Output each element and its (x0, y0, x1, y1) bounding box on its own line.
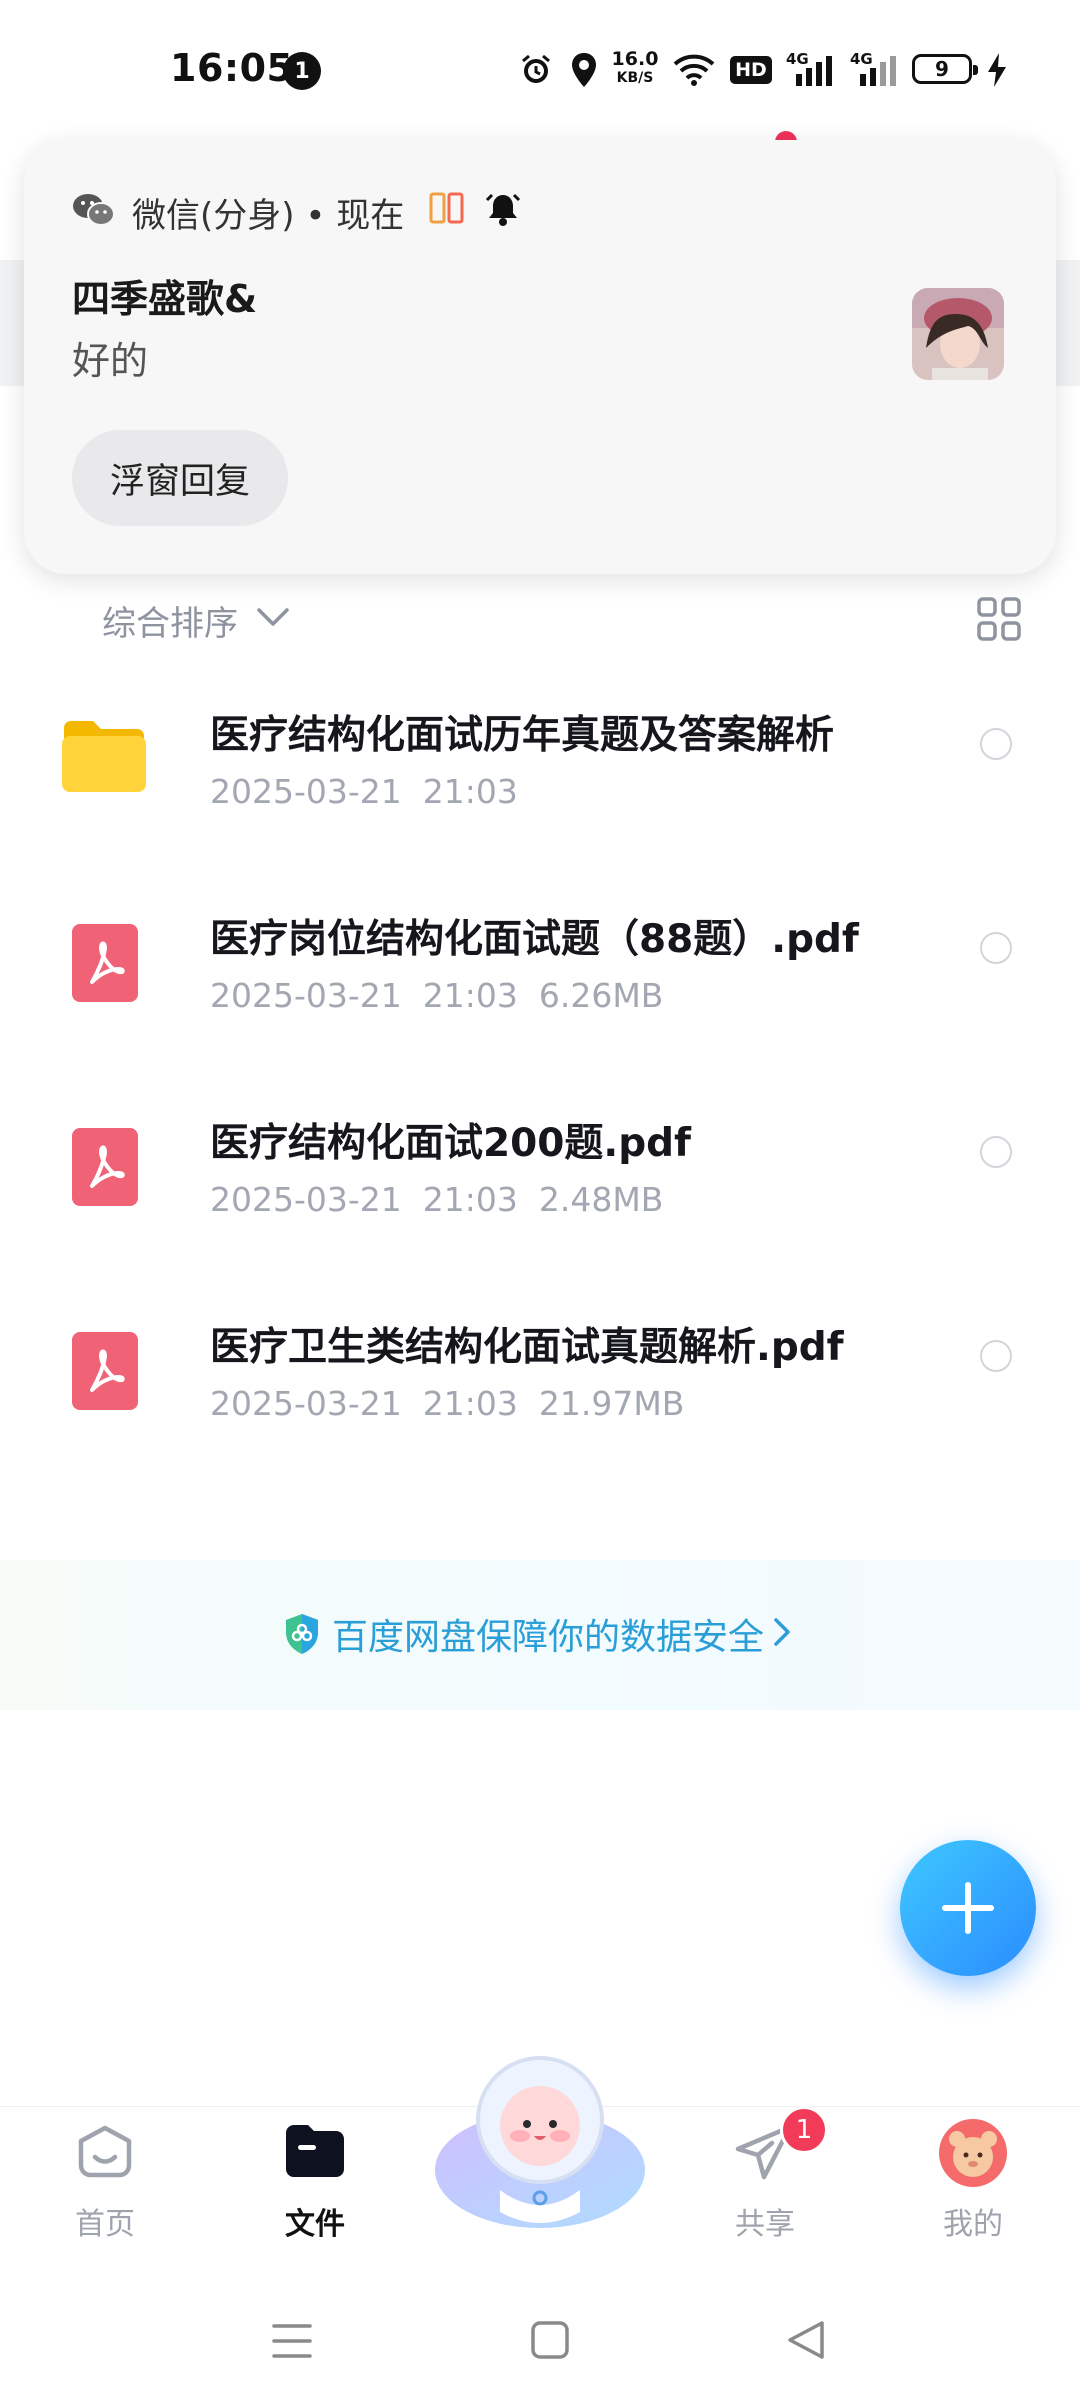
pdf-file-icon (72, 1128, 138, 1210)
pdf-file-icon (72, 924, 138, 1006)
security-banner-text: 百度网盘保障你的数据安全 (332, 1617, 765, 1658)
file-row[interactable]: 医疗结构化面试200题.pdf 2025-03-21 21:03 2.48MB (0, 1084, 1080, 1288)
shield-icon (282, 1612, 322, 1660)
grid-view-icon[interactable] (976, 596, 1022, 646)
file-date: 2025-03-21 (210, 1180, 402, 1219)
net-speed-value: 16.0 (611, 48, 659, 70)
file-row[interactable]: 医疗结构化面试历年真题及答案解析 2025-03-21 21:03 (0, 676, 1080, 880)
hd-label: HD (730, 56, 772, 84)
signal-2-label: 4G (850, 50, 873, 68)
nav-home-label: 首页 (75, 2207, 135, 2242)
file-size: 6.26MB (538, 976, 664, 1015)
sender-avatar (912, 288, 1004, 380)
file-date: 2025-03-21 (210, 772, 402, 811)
security-banner[interactable]: 百度网盘保障你的数据安全 (0, 1560, 1080, 1710)
file-meta: 2025-03-21 21:03 21.97MB (210, 1384, 684, 1423)
file-time: 21:03 (422, 976, 518, 1015)
folder-icon (284, 2123, 346, 2183)
file-size: 2.48MB (538, 1180, 664, 1219)
status-time: 16:05 (170, 46, 294, 90)
battery-level: 9 (935, 57, 949, 81)
file-name: 医疗结构化面试历年真题及答案解析 (210, 713, 835, 758)
user-avatar (939, 2119, 1007, 2191)
file-meta: 2025-03-21 21:03 (210, 772, 518, 811)
folder-icon (60, 718, 148, 798)
system-navigation-bar (0, 2290, 1080, 2400)
mascot-button[interactable] (430, 2040, 650, 2240)
wifi-icon (672, 48, 716, 92)
nav-me-label: 我的 (943, 2207, 1003, 2242)
menu-icon[interactable] (272, 2322, 312, 2364)
notification-card[interactable]: 微信(分身) • 现在 四季盛歌& 好的 浮窗回复 (24, 140, 1056, 574)
bell-icon (484, 190, 522, 232)
select-radio[interactable] (980, 728, 1012, 760)
location-icon (566, 48, 602, 92)
plus-icon (942, 1882, 994, 1934)
back-icon[interactable] (786, 2320, 826, 2364)
file-meta: 2025-03-21 21:03 2.48MB (210, 1180, 663, 1219)
nav-home[interactable]: 首页 (30, 2107, 180, 2291)
hd-icon: HD (728, 48, 774, 92)
file-name: 医疗岗位结构化面试题（88题）.pdf (210, 917, 859, 962)
file-name: 医疗结构化面试200题.pdf (210, 1121, 692, 1166)
select-radio[interactable] (980, 932, 1012, 964)
file-size: 21.97MB (538, 1384, 685, 1423)
status-bar: 16:05 1 16.0 KB/S HD 4G 4G 9 (0, 0, 1080, 140)
file-date: 2025-03-21 (210, 976, 402, 1015)
home-icon (75, 2123, 135, 2187)
dual-app-icon (429, 192, 465, 228)
alarm-icon (518, 48, 554, 92)
select-radio[interactable] (980, 1136, 1012, 1168)
select-radio[interactable] (980, 1340, 1012, 1372)
wechat-icon (72, 192, 116, 232)
home-square-icon[interactable] (530, 2320, 570, 2364)
file-name: 医疗卫生类结构化面试真题解析.pdf (210, 1325, 844, 1370)
charging-icon (984, 48, 1010, 92)
signal-1-icon: 4G (786, 48, 840, 92)
nav-files[interactable]: 文件 (240, 2107, 390, 2291)
sort-dropdown[interactable]: 综合排序 (102, 596, 238, 645)
file-meta: 2025-03-21 21:03 6.26MB (210, 976, 663, 1015)
nav-share-label: 共享 (735, 2207, 795, 2242)
battery-indicator: 9 (912, 54, 978, 84)
nav-me[interactable]: 我的 (898, 2107, 1048, 2291)
notification-message: 好的 (72, 339, 149, 383)
signal-1-label: 4G (786, 50, 809, 68)
file-row[interactable]: 医疗岗位结构化面试题（88题）.pdf 2025-03-21 21:03 6.2… (0, 880, 1080, 1084)
file-row[interactable]: 医疗卫生类结构化面试真题解析.pdf 2025-03-21 21:03 21.9… (0, 1288, 1080, 1492)
file-date: 2025-03-21 (210, 1384, 402, 1423)
status-notification-count: 1 (283, 52, 321, 90)
chevron-down-icon[interactable] (256, 606, 290, 632)
float-reply-button[interactable]: 浮窗回复 (72, 430, 288, 526)
notification-app-name: 微信(分身) • 现在 (132, 196, 405, 236)
net-speed-unit: KB/S (616, 70, 654, 86)
file-time: 21:03 (422, 1180, 518, 1219)
file-time: 21:03 (422, 772, 518, 811)
share-badge: 1 (780, 2106, 828, 2154)
network-speed: 16.0 KB/S (610, 50, 660, 88)
chevron-right-icon (772, 1616, 792, 1652)
notification-sender: 四季盛歌& (72, 277, 258, 321)
file-time: 21:03 (422, 1384, 518, 1423)
add-button[interactable] (900, 1840, 1036, 1976)
pdf-file-icon (72, 1332, 138, 1414)
nav-files-label: 文件 (285, 2207, 345, 2242)
signal-2-icon: 4G (850, 48, 904, 92)
